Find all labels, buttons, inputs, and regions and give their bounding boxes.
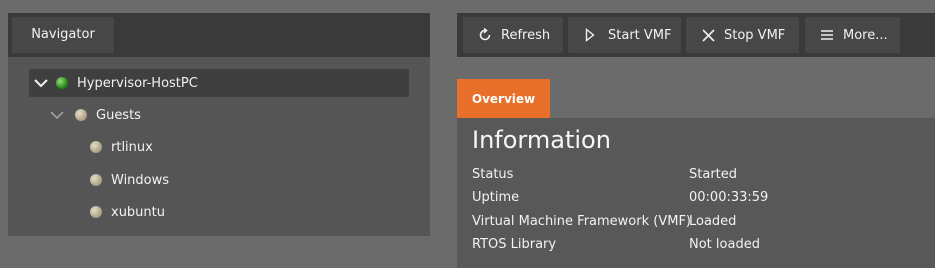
- navigator-tab[interactable]: Navigator: [12, 17, 114, 53]
- chevron-down-icon[interactable]: [47, 105, 67, 125]
- close-icon: [700, 27, 716, 43]
- tree-item-hypervisor[interactable]: Hypervisor-HostPC: [29, 69, 409, 97]
- tree-item-label: Windows: [111, 172, 170, 188]
- info-value: Not loaded: [689, 237, 760, 252]
- tab-overview[interactable]: Overview: [457, 79, 550, 118]
- play-icon: [582, 27, 598, 43]
- info-key: RTOS Library: [472, 237, 557, 252]
- status-idle-icon: [90, 206, 102, 218]
- status-idle-icon: [90, 141, 102, 153]
- more-button[interactable]: More...: [805, 17, 900, 53]
- tree-item-label: rtlinux: [111, 139, 153, 155]
- tree-item-label: xubuntu: [111, 204, 165, 220]
- overview-content: Information Status Started Uptime 00:00:…: [457, 118, 935, 268]
- info-value: Loaded: [689, 214, 737, 229]
- refresh-icon: [477, 27, 493, 43]
- info-key: Virtual Machine Framework (VMF): [472, 214, 691, 229]
- status-running-icon: [56, 77, 68, 89]
- navigator-header: Navigator: [8, 13, 430, 57]
- tree-item-label: Guests: [96, 107, 141, 123]
- tree-item-label: Hypervisor-HostPC: [77, 75, 198, 91]
- tree-item-guests[interactable]: Guests: [47, 101, 407, 129]
- toolbar: Refresh Start VMF Stop VMF More...: [457, 13, 935, 57]
- tree-item-guest[interactable]: Windows: [90, 166, 390, 194]
- page-title: Information: [472, 126, 611, 154]
- start-vmf-button[interactable]: Start VMF: [568, 17, 681, 53]
- navigator-panel: Navigator Hypervisor-HostPC Guests rtlin…: [8, 13, 430, 236]
- info-value: 00:00:33:59: [689, 190, 769, 205]
- chevron-down-icon[interactable]: [31, 73, 51, 93]
- stop-vmf-button[interactable]: Stop VMF: [686, 17, 799, 53]
- menu-icon: [819, 27, 835, 43]
- refresh-button[interactable]: Refresh: [463, 17, 563, 53]
- tree-item-guest[interactable]: rtlinux: [90, 133, 390, 161]
- info-key: Status: [472, 167, 514, 182]
- info-key: Uptime: [472, 190, 520, 205]
- tree-item-guest[interactable]: xubuntu: [90, 198, 390, 226]
- status-idle-icon: [75, 109, 87, 121]
- status-idle-icon: [90, 174, 102, 186]
- info-value: Started: [689, 167, 738, 182]
